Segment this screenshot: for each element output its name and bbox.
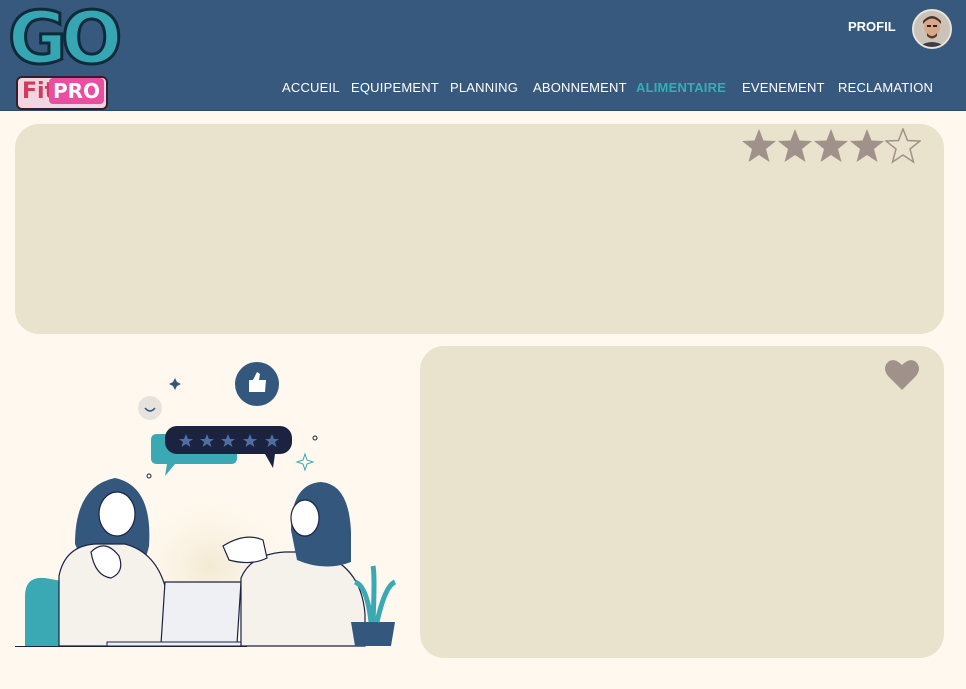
favorite-button[interactable]	[884, 358, 920, 392]
logo-go-text: GO	[6, 0, 123, 80]
profile-link[interactable]: PROFIL	[848, 19, 896, 34]
content-card-right	[420, 346, 944, 658]
heart-icon	[885, 360, 919, 390]
nav-item-equipement[interactable]: EQUIPEMENT	[351, 80, 439, 95]
gofitpro-logo[interactable]: GO Fit PRO	[6, 1, 124, 110]
star-icon[interactable]	[813, 128, 849, 164]
nav-item-alimentaire[interactable]: ALIMENTAIRE	[636, 80, 726, 95]
nav-item-accueil[interactable]: ACCUEIL	[282, 80, 340, 95]
star-icon[interactable]	[741, 128, 777, 164]
nav-item-reclamation[interactable]: RECLAMATION	[838, 80, 933, 95]
top-navbar: GO Fit PRO PROFIL ACCUEIL EQUIPEMENT PLA…	[0, 0, 966, 111]
logo-pro-text: PRO	[48, 78, 104, 104]
nav-item-planning[interactable]: PLANNING	[450, 80, 518, 95]
star-icon[interactable]	[883, 126, 923, 164]
star-icon[interactable]	[777, 128, 813, 164]
nav-item-evenement[interactable]: EVENEMENT	[742, 80, 825, 95]
avatar[interactable]	[912, 9, 952, 49]
nav-item-abonnement[interactable]: ABONNEMENT	[533, 80, 627, 95]
feedback-illustration	[15, 346, 405, 656]
logo-badge: Fit PRO	[16, 76, 108, 110]
star-icon[interactable]	[849, 128, 885, 164]
avatar-face-icon	[914, 11, 950, 47]
